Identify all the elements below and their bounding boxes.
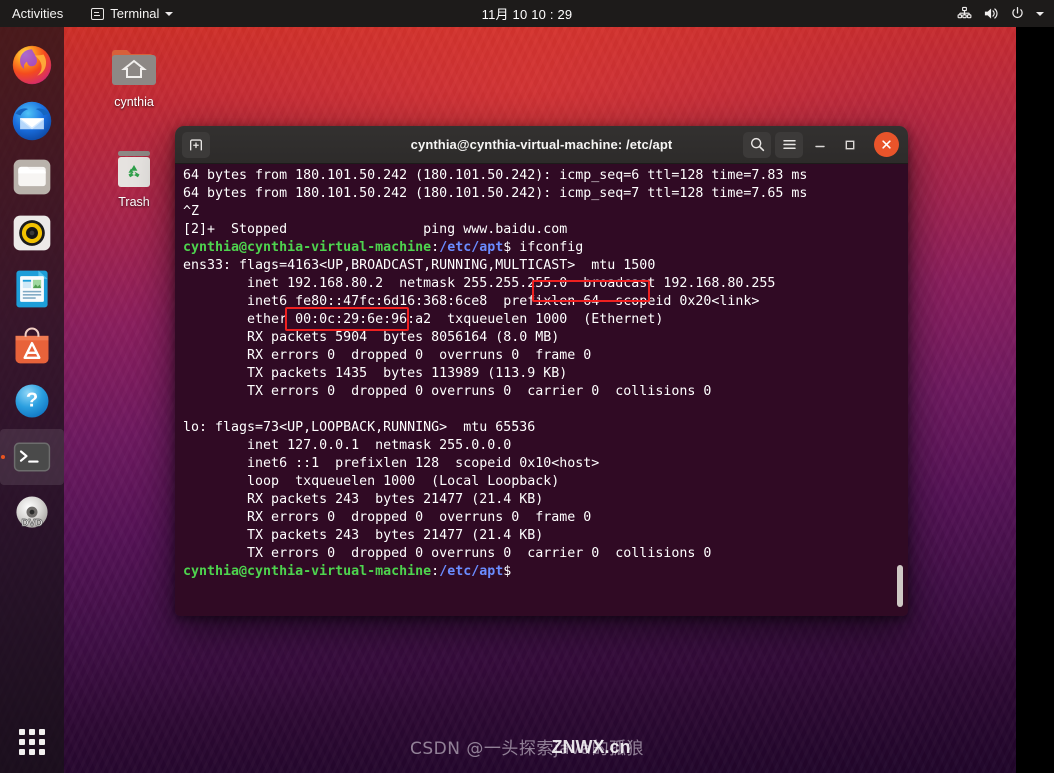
hamburger-menu-icon	[781, 136, 798, 153]
dock-item-ubuntu-software[interactable]	[0, 317, 64, 373]
svg-text:?: ?	[26, 390, 38, 412]
screen-right-black-edge	[1016, 27, 1054, 773]
system-tray[interactable]	[957, 6, 1044, 21]
new-tab-icon	[188, 137, 204, 153]
network-wired-icon[interactable]	[957, 6, 972, 21]
maximize-button[interactable]	[837, 132, 863, 158]
maximize-icon	[842, 137, 858, 153]
terminal-app-icon	[10, 435, 54, 479]
app-menu-terminal[interactable]: Terminal	[82, 0, 182, 27]
desktop-icon-trash-label: Trash	[118, 195, 150, 209]
power-icon[interactable]	[1010, 6, 1025, 21]
dock-item-libreoffice-writer[interactable]	[0, 261, 64, 317]
dock-item-help[interactable]: ?	[0, 373, 64, 429]
top-panel: Activities Terminal 11月 10 10 : 29	[0, 0, 1054, 27]
dock-item-files[interactable]	[0, 149, 64, 205]
terminal-icon	[91, 8, 104, 20]
firefox-icon	[10, 43, 54, 87]
desktop-screen: Activities Terminal 11月 10 10 : 29	[0, 0, 1054, 773]
search-icon	[749, 136, 766, 153]
show-applications-button[interactable]	[0, 729, 64, 755]
minimize-icon	[812, 137, 828, 153]
chevron-down-icon[interactable]	[1036, 12, 1044, 16]
volume-icon[interactable]	[983, 6, 999, 21]
home-folder-icon	[109, 45, 159, 91]
ubuntu-software-icon	[10, 323, 54, 367]
terminal-titlebar[interactable]: cynthia@cynthia-virtual-machine: /etc/ap…	[175, 126, 908, 164]
dock-item-dvd[interactable]: DVD	[0, 485, 64, 541]
close-icon	[880, 138, 893, 151]
svg-text:DVD: DVD	[21, 518, 42, 529]
dock-item-firefox[interactable]	[0, 37, 64, 93]
dock-item-terminal[interactable]	[0, 429, 64, 485]
libreoffice-writer-icon	[10, 267, 54, 311]
rhythmbox-icon	[10, 211, 54, 255]
activities-button[interactable]: Activities	[0, 0, 72, 27]
search-button[interactable]	[743, 132, 771, 158]
app-grid-icon	[19, 729, 45, 755]
thunderbird-icon	[10, 99, 54, 143]
chevron-down-icon	[165, 12, 173, 16]
terminal-scrollbar[interactable]	[897, 565, 903, 607]
dvd-icon: DVD	[10, 491, 54, 535]
help-icon: ?	[10, 379, 54, 423]
new-tab-button[interactable]	[182, 132, 210, 158]
dock-item-rhythmbox[interactable]	[0, 205, 64, 261]
dock-item-thunderbird[interactable]	[0, 93, 64, 149]
files-icon	[10, 155, 54, 199]
desktop-icon-home-label: cynthia	[114, 95, 154, 109]
app-menu-label: Terminal	[110, 6, 159, 21]
desktop-icon-trash[interactable]: Trash	[92, 145, 176, 209]
terminal-output-area[interactable]: 64 bytes from 180.101.50.242 (180.101.50…	[175, 164, 908, 616]
desktop-icon-home[interactable]: cynthia	[92, 45, 176, 109]
launcher-dock: ?	[0, 27, 64, 773]
terminal-window[interactable]: cynthia@cynthia-virtual-machine: /etc/ap…	[175, 126, 908, 616]
minimize-button[interactable]	[807, 132, 833, 158]
terminal-text: 64 bytes from 180.101.50.242 (180.101.50…	[175, 167, 815, 581]
menu-button[interactable]	[775, 132, 803, 158]
activities-label: Activities	[12, 6, 63, 21]
close-button[interactable]	[874, 132, 899, 157]
trash-icon	[109, 145, 159, 191]
